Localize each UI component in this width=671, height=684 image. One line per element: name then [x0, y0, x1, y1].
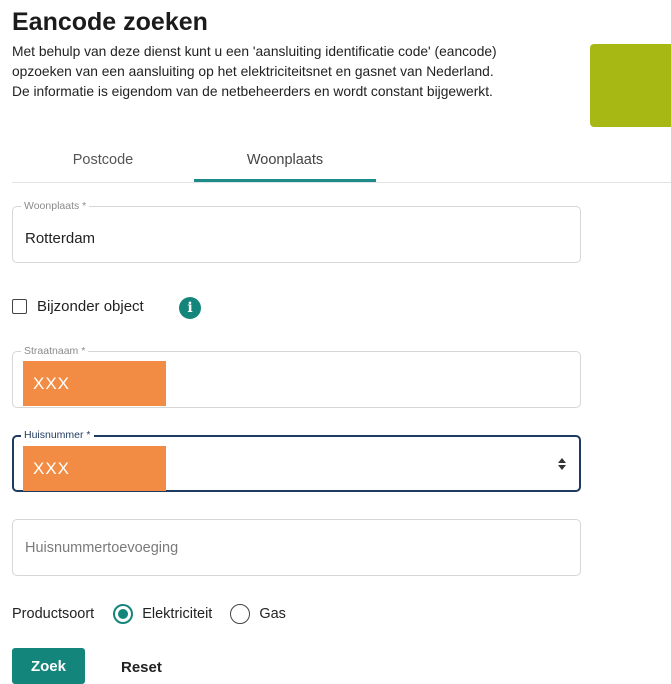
tab-postcode[interactable]: Postcode [12, 140, 194, 180]
productsoort-label: Productsoort [12, 606, 95, 622]
search-button[interactable]: Zoek [12, 648, 85, 684]
woonplaats-field[interactable]: Woonplaats * Rotterdam [12, 200, 581, 263]
gas-radio[interactable] [230, 604, 251, 624]
productsoort-row: Productsoort Elektriciteit Gas [12, 601, 304, 627]
huisnummertoevoeging-placeholder[interactable]: Huisnummertoevoeging [25, 540, 178, 556]
woonplaats-label: Woonplaats * [21, 200, 90, 212]
search-tabs: Postcode Woonplaats [12, 140, 671, 183]
description-line: opzoeken van een aansluiting op het elek… [12, 64, 494, 79]
tab-woonplaats[interactable]: Woonplaats [194, 140, 376, 180]
stepper-arrows-icon[interactable] [557, 457, 567, 471]
reset-button[interactable]: Reset [121, 659, 162, 676]
description-line: De informatie is eigendom van de netbehe… [12, 84, 493, 99]
woonplaats-value[interactable]: Rotterdam [25, 230, 95, 247]
elektriciteit-radio[interactable] [113, 604, 134, 624]
brand-color-block [590, 44, 671, 127]
bijzonder-object-row[interactable]: Bijzonder object [12, 298, 144, 315]
radio-selected-dot [118, 609, 129, 619]
bijzonder-object-checkbox[interactable] [12, 299, 27, 314]
huisnummer-label: Huisnummer * [21, 429, 94, 441]
huisnummer-value-redacted[interactable]: XXX [23, 446, 166, 491]
elektriciteit-label[interactable]: Elektriciteit [142, 606, 212, 622]
gas-label[interactable]: Gas [259, 606, 286, 622]
straatnaam-label: Straatnaam * [21, 345, 89, 357]
huisnummertoevoeging-field[interactable]: Huisnummertoevoeging [12, 519, 581, 576]
description-line: Met behulp van deze dienst kunt u een 'a… [12, 44, 497, 59]
active-tab-indicator [194, 179, 376, 182]
info-icon[interactable]: i [179, 297, 201, 319]
straatnaam-value-redacted[interactable]: XXX [23, 361, 166, 406]
page-description: Met behulp van deze dienst kunt u een 'a… [12, 42, 577, 102]
page-title: Eancode zoeken [12, 8, 208, 36]
bijzonder-object-label: Bijzonder object [37, 298, 144, 315]
